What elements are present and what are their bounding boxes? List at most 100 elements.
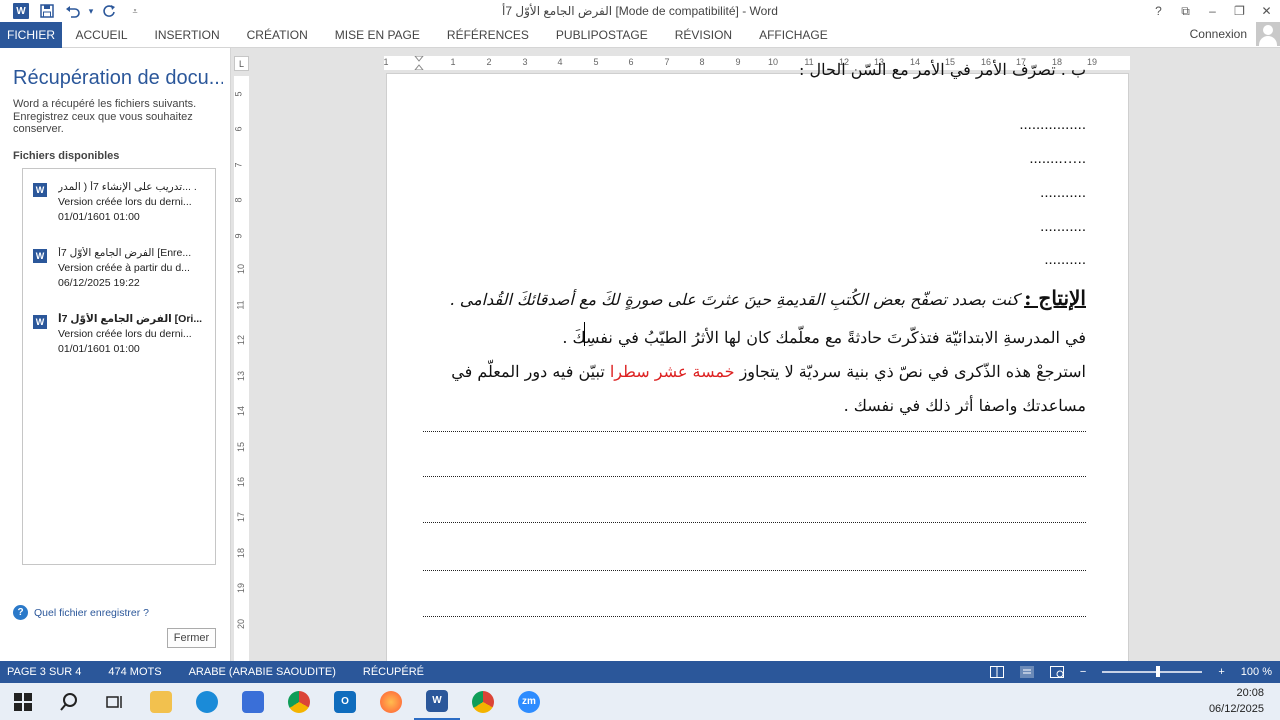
tab-creation[interactable]: CRÉATION bbox=[233, 22, 321, 48]
store-icon[interactable] bbox=[230, 683, 276, 720]
close-recovery-button[interactable]: Fermer bbox=[167, 628, 216, 648]
account-avatar-icon[interactable] bbox=[1256, 22, 1280, 46]
recovery-title: Récupération de docu... bbox=[13, 67, 223, 89]
production-text: كنت بصدد تصفّح بعض الكُتبِ القديمةِ حينَ… bbox=[449, 290, 1019, 309]
undo-dropdown-icon[interactable]: ▾ bbox=[86, 0, 96, 22]
tab-insertion[interactable]: INSERTION bbox=[141, 22, 233, 48]
ribbon-tabs: FICHIER ACCUEIL INSERTION CRÉATION MISE … bbox=[0, 21, 1280, 48]
page-count[interactable]: PAGE 3 SUR 4 bbox=[7, 666, 81, 678]
zoom-in-button[interactable]: + bbox=[1218, 666, 1224, 678]
window-title: الفرض الجامع الأوّل 7أ [Mode de compatib… bbox=[502, 4, 778, 18]
read-mode-icon[interactable] bbox=[989, 666, 1004, 678]
print-layout-icon[interactable] bbox=[1019, 666, 1034, 678]
ruler-tick: 6 bbox=[233, 126, 244, 132]
zoom-slider-thumb[interactable] bbox=[1156, 666, 1161, 677]
paragraph-line: مساعدتك واصفا أثر ذلك في نفسك . bbox=[843, 396, 1086, 415]
indent-marker-icon[interactable] bbox=[414, 56, 424, 70]
file-name: تدريب على الإنشاء 7أ ( المدر... . bbox=[58, 181, 197, 193]
tab-selector[interactable]: L bbox=[234, 56, 249, 71]
tab-revision[interactable]: RÉVISION bbox=[661, 22, 745, 48]
writing-line bbox=[423, 570, 1086, 571]
document-recovery-pane: Récupération de docu... Word a récupéré … bbox=[0, 48, 231, 661]
ruler-tick: 9 bbox=[735, 57, 741, 67]
windows-start-icon[interactable] bbox=[0, 683, 46, 720]
close-icon[interactable]: ✕ bbox=[1253, 0, 1280, 22]
help-link-label: Quel fichier enregistrer ? bbox=[34, 606, 149, 619]
word-count[interactable]: 474 MOTS bbox=[108, 666, 161, 678]
ruler-tick: 6 bbox=[628, 57, 634, 67]
tab-affichage[interactable]: AFFICHAGE bbox=[746, 22, 842, 48]
chrome-icon[interactable] bbox=[460, 683, 506, 720]
ruler-tick: 11 bbox=[235, 300, 246, 310]
search-icon[interactable] bbox=[46, 683, 92, 720]
ruler-tick: 4 bbox=[557, 57, 563, 67]
document-page[interactable]: ب . تصرّف الأمر في الأمر مع السّن الحال … bbox=[387, 60, 1128, 661]
task-view-icon[interactable] bbox=[92, 683, 138, 720]
ruler-tick: 3 bbox=[522, 57, 528, 67]
recovery-status: RÉCUPÉRÉ bbox=[362, 666, 425, 678]
signin-link[interactable]: Connexion bbox=[1190, 27, 1247, 41]
ruler-tick: 18 bbox=[236, 547, 247, 559]
paragraph-text: تبيّن فيه دور المعلّم في bbox=[451, 362, 610, 381]
ruler-tick: 20 bbox=[236, 618, 247, 630]
word-taskbar-icon[interactable]: W bbox=[414, 683, 460, 720]
help-circle-icon: ? bbox=[13, 605, 28, 620]
file-date: 01/01/1601 01:00 bbox=[58, 343, 140, 355]
redo-icon[interactable] bbox=[96, 0, 122, 22]
ruler-tick: 19 bbox=[236, 582, 247, 594]
file-date: 01/01/1601 01:00 bbox=[58, 211, 140, 223]
tab-mise-en-page[interactable]: MISE EN PAGE bbox=[321, 22, 433, 48]
ruler-tick: 8 bbox=[699, 57, 705, 67]
view-zoom-controls: − + 100 % bbox=[989, 661, 1272, 683]
zoom-app-icon[interactable]: zm bbox=[506, 683, 552, 720]
ruler-tick: 16 bbox=[236, 476, 247, 488]
ruler-tick: 5 bbox=[593, 57, 599, 67]
text-cursor bbox=[584, 322, 585, 346]
document-area[interactable]: L 1 1 2 3 4 5 6 7 8 9 10 11 12 13 14 15 … bbox=[231, 48, 1280, 661]
ruler-tick: 15 bbox=[236, 441, 247, 453]
undo-icon[interactable] bbox=[60, 0, 86, 22]
tab-fichier[interactable]: FICHIER bbox=[0, 21, 62, 48]
zoom-out-button[interactable]: − bbox=[1080, 666, 1086, 678]
ribbon-display-options-icon[interactable]: ⧉ bbox=[1172, 0, 1199, 22]
tab-publipostage[interactable]: PUBLIPOSTAGE bbox=[542, 22, 661, 48]
ruler-tick: 9 bbox=[233, 233, 244, 239]
tab-references[interactable]: RÉFÉRENCES bbox=[433, 22, 542, 48]
dotted-answer-line: .......... bbox=[1044, 251, 1086, 268]
writing-line bbox=[423, 431, 1086, 432]
chrome-icon[interactable] bbox=[276, 683, 322, 720]
customize-toolbar-icon[interactable]: ⩡ bbox=[122, 0, 148, 22]
system-clock[interactable]: 20:08 06/12/2025 bbox=[1209, 685, 1264, 717]
ruler-tick: 2 bbox=[486, 57, 492, 67]
zoom-level[interactable]: 100 % bbox=[1241, 666, 1272, 678]
word-file-icon: W bbox=[33, 315, 47, 329]
recovered-files-list: W تدريب على الإنشاء 7أ ( المدر... . Vers… bbox=[22, 168, 216, 565]
file-name: الفرض الجامع الأوّل 7أ [Enre... bbox=[58, 247, 192, 259]
file-date: 06/12/2025 19:22 bbox=[58, 277, 140, 289]
zoom-slider[interactable] bbox=[1102, 666, 1203, 677]
word-file-icon: W bbox=[33, 183, 47, 197]
which-file-help-link[interactable]: ? Quel fichier enregistrer ? bbox=[13, 605, 149, 620]
ruler-tick: 12 bbox=[236, 334, 247, 346]
tab-accueil[interactable]: ACCUEIL bbox=[62, 22, 141, 48]
word-app-icon[interactable]: W bbox=[8, 0, 34, 22]
ruler-tick: 13 bbox=[236, 370, 247, 382]
ruler-tick: 1 bbox=[383, 57, 389, 67]
outlook-icon[interactable]: O bbox=[322, 683, 368, 720]
ruler-tick: 19 bbox=[1086, 57, 1098, 67]
restore-icon[interactable]: ❐ bbox=[1226, 0, 1253, 22]
firefox-icon[interactable] bbox=[368, 683, 414, 720]
edge-icon[interactable] bbox=[184, 683, 230, 720]
red-highlight-text: خمسة عشر سطرا bbox=[609, 362, 735, 381]
windows-taskbar: O W zm 20:08 06/12/2025 bbox=[0, 683, 1280, 720]
web-layout-icon[interactable] bbox=[1049, 666, 1064, 678]
ruler-tick: 10 bbox=[767, 57, 779, 67]
save-icon[interactable] bbox=[34, 0, 60, 22]
minimize-icon[interactable]: – bbox=[1199, 0, 1226, 22]
help-icon[interactable]: ? bbox=[1145, 0, 1172, 22]
title-bar: W ▾ ⩡ الفرض الجامع الأوّل 7أ [Mode de co… bbox=[0, 0, 1280, 22]
recovery-description: Word a récupéré les fichiers suivants. E… bbox=[13, 98, 197, 135]
file-explorer-icon[interactable] bbox=[138, 683, 184, 720]
window-controls: ? ⧉ – ❐ ✕ bbox=[1145, 0, 1280, 22]
language-indicator[interactable]: ARABE (ARABIE SAOUDITE) bbox=[189, 666, 336, 678]
